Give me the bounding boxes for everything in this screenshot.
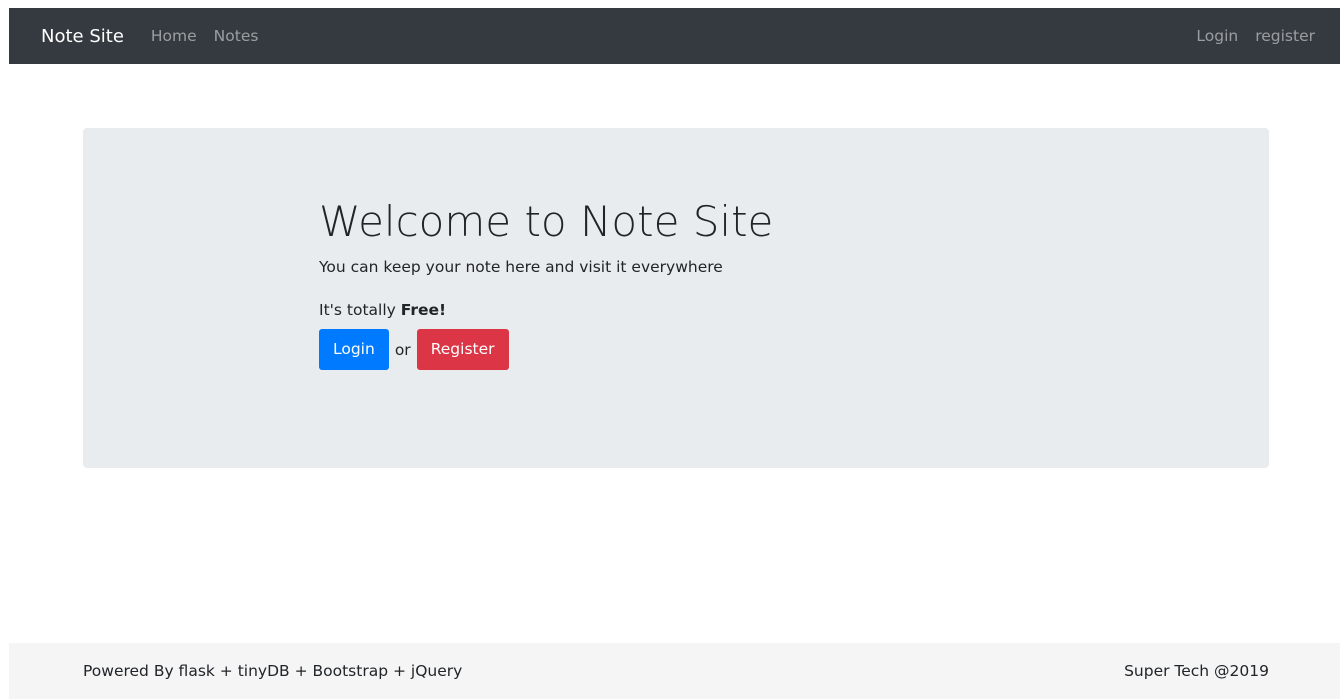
page-footer: Powered By flask + tinyDB + Bootstrap + … <box>9 643 1340 699</box>
nav-link-login[interactable]: Login <box>1196 27 1238 45</box>
nav-link-home[interactable]: Home <box>151 27 197 45</box>
free-text: It's totally Free! <box>319 299 773 321</box>
jumbotron-content: Welcome to Note Site You can keep your n… <box>319 196 773 370</box>
login-button[interactable]: Login <box>319 329 389 370</box>
nav-link-notes[interactable]: Notes <box>214 27 259 45</box>
lead-text: You can keep your note here and visit it… <box>319 258 723 276</box>
footer-powered-by: Powered By flask + tinyDB + Bootstrap + … <box>83 662 463 680</box>
page-title: Welcome to Note Site <box>319 197 774 246</box>
register-button[interactable]: Register <box>416 329 509 370</box>
welcome-jumbotron: Welcome to Note Site You can keep your n… <box>83 128 1269 468</box>
action-buttons: Login or Register <box>319 329 773 370</box>
or-text: or <box>394 340 411 359</box>
top-navbar: Note Site Home Notes Login register <box>9 8 1340 64</box>
nav-link-register[interactable]: register <box>1255 27 1315 45</box>
free-prefix: It's totally <box>319 301 401 319</box>
footer-copyright: Super Tech @2019 <box>1124 662 1269 680</box>
brand-link[interactable]: Note Site <box>41 26 124 47</box>
nav-right-group: Login register <box>1179 27 1315 45</box>
free-emphasis: Free! <box>400 301 447 319</box>
